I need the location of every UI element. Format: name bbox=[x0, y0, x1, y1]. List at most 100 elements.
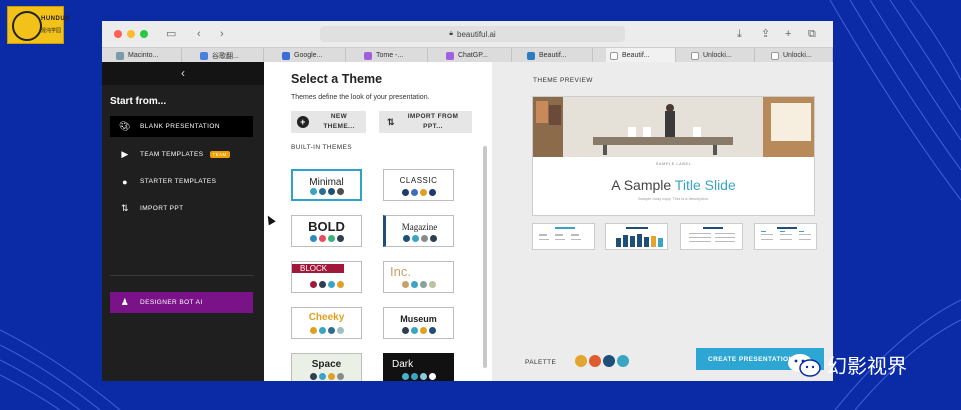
browser-tab[interactable]: Unlocki... bbox=[767, 48, 833, 63]
tab-bar: Macinto... 谷歌翻... Google... Tome -... Ch… bbox=[102, 47, 833, 63]
theme-card-museum[interactable]: Museum bbox=[383, 307, 454, 339]
theme-name: BOLD bbox=[308, 219, 345, 234]
sidebar-item-starter-templates[interactable]: ● STARTER TEMPLATES bbox=[110, 171, 253, 192]
theme-preview-panel: THEME PREVIEW SAMPLE LABEL A Sample Titl… bbox=[492, 62, 833, 381]
tab-favicon-icon bbox=[446, 51, 454, 60]
address-bar[interactable]: 🔒︎ beautiful.ai bbox=[320, 26, 625, 42]
theme-card-cheeky[interactable]: Cheeky bbox=[291, 307, 362, 339]
browser-tab[interactable]: Macinto... bbox=[112, 48, 182, 63]
browser-tab[interactable]: 谷歌翻... bbox=[196, 48, 264, 63]
import-from-ppt-label: IMPORT FROM PPT... bbox=[407, 113, 459, 130]
collapse-sidebar-button[interactable]: ‹ bbox=[102, 62, 264, 85]
import-icon: ⇅ bbox=[121, 203, 129, 213]
palette-swatch[interactable] bbox=[575, 355, 587, 367]
download-icon[interactable]: ⤓ bbox=[737, 26, 742, 42]
color-swatch bbox=[309, 235, 317, 242]
logo-text: HUNDUN bbox=[41, 16, 70, 22]
browser-tab[interactable]: ChatGP... bbox=[442, 48, 512, 63]
import-from-ppt-button[interactable]: ⇅ IMPORT FROM PPT... bbox=[379, 111, 472, 133]
theme-card-space[interactable]: Space bbox=[291, 353, 362, 381]
built-in-themes-heading: BUILT-IN THEMES bbox=[291, 144, 353, 151]
browser-tab[interactable]: Tome -... bbox=[360, 48, 428, 63]
url-text: beautiful.ai bbox=[457, 29, 496, 39]
new-tab-icon[interactable]: + bbox=[785, 26, 791, 42]
sidebar-item-label: TEAM TEMPLATES bbox=[140, 151, 204, 158]
theme-swatches bbox=[293, 188, 360, 195]
color-swatch bbox=[419, 281, 427, 288]
palette-label: PALETTE bbox=[525, 359, 557, 366]
color-swatch bbox=[410, 281, 418, 288]
theme-swatches bbox=[292, 327, 361, 334]
panel-title: Select a Theme bbox=[291, 72, 383, 86]
start-from-heading: Start from... bbox=[110, 96, 167, 107]
theme-card-block[interactable]: BLOCK bbox=[291, 261, 362, 293]
layout-thumbnail-text[interactable] bbox=[532, 223, 595, 250]
palette-swatch[interactable] bbox=[603, 355, 615, 367]
hundun-logo: HUNDUN 混沌学园 bbox=[7, 6, 70, 44]
thumbnail-graphic bbox=[616, 227, 663, 247]
browser-tab-active[interactable]: Beautif... bbox=[606, 48, 676, 63]
slide-sample-label: SAMPLE LABEL bbox=[655, 161, 692, 166]
color-swatch bbox=[336, 327, 344, 334]
theme-name: Dark bbox=[392, 359, 414, 370]
theme-name: Magazine bbox=[401, 222, 438, 232]
theme-swatches bbox=[384, 327, 453, 334]
theme-card-dark[interactable]: Dark bbox=[383, 353, 454, 381]
title-bar: ▭ ‹ › 🔒︎ beautiful.ai ⤓ ⇪ + ⧉ bbox=[102, 21, 833, 47]
tab-label: Tome -... bbox=[376, 52, 404, 59]
browser-tab[interactable]: Unlocki... bbox=[687, 48, 755, 63]
theme-swatches bbox=[386, 235, 453, 242]
tab-favicon-icon bbox=[364, 51, 372, 60]
browser-tab[interactable]: Google... bbox=[278, 48, 346, 63]
theme-name: Space bbox=[311, 359, 342, 370]
sidebar-item-team-templates[interactable]: ▶︎ TEAM TEMPLATES TEAM bbox=[110, 144, 253, 165]
tab-favicon-icon bbox=[282, 51, 290, 60]
theme-card-bold[interactable]: BOLD bbox=[291, 215, 362, 247]
color-swatch bbox=[428, 281, 436, 288]
zoom-window-button[interactable] bbox=[140, 30, 148, 38]
theme-name: Cheeky bbox=[308, 312, 345, 323]
back-icon[interactable]: ‹ bbox=[197, 26, 201, 42]
tab-favicon-icon bbox=[527, 51, 535, 60]
thumbnail-graphic bbox=[689, 227, 735, 242]
palette-swatch[interactable] bbox=[589, 355, 601, 367]
lock-icon: 🔒︎ bbox=[449, 30, 454, 37]
color-swatch bbox=[309, 281, 317, 288]
forward-icon[interactable]: › bbox=[220, 26, 224, 42]
tab-label: Unlocki... bbox=[783, 52, 812, 59]
tab-label: Unlocki... bbox=[703, 52, 732, 59]
layout-thumbnail-cards[interactable] bbox=[754, 223, 817, 250]
tab-label: ChatGP... bbox=[458, 52, 488, 59]
new-theme-button[interactable]: + NEW THEME... bbox=[291, 111, 366, 133]
theme-card-classic[interactable]: CLASSIC bbox=[383, 169, 454, 201]
minimize-window-button[interactable] bbox=[127, 30, 135, 38]
slide-header-photo bbox=[533, 97, 814, 157]
sidebar-item-blank-presentation[interactable]: 🎨︎ BLANK PRESENTATION bbox=[110, 116, 253, 137]
color-swatch bbox=[318, 327, 326, 334]
sidebar-toggle-icon[interactable]: ▭ bbox=[166, 26, 176, 42]
sidebar-item-label: DESIGNER BOT AI bbox=[140, 299, 203, 306]
theme-card-inc[interactable]: Inc. bbox=[383, 261, 454, 293]
theme-swatches bbox=[292, 373, 361, 380]
theme-swatches bbox=[384, 281, 453, 288]
theme-card-minimal[interactable]: Minimal bbox=[291, 169, 362, 201]
logo-ring-icon bbox=[12, 11, 42, 41]
color-swatch bbox=[428, 189, 436, 196]
tab-overview-icon[interactable]: ⧉ bbox=[808, 26, 816, 42]
title-slide-preview: SAMPLE LABEL A Sample Title Slide Sample… bbox=[532, 96, 815, 216]
palette-swatch[interactable] bbox=[617, 355, 629, 367]
color-swatch bbox=[327, 373, 335, 380]
layout-thumbnail-list[interactable] bbox=[680, 223, 743, 250]
tab-favicon-icon bbox=[771, 51, 779, 60]
share-icon[interactable]: ⇪ bbox=[761, 26, 770, 42]
theme-list-scrollbar[interactable] bbox=[483, 146, 487, 368]
palette-swatches[interactable] bbox=[575, 355, 629, 367]
sidebar-item-import-ppt[interactable]: ⇅ IMPORT PPT bbox=[110, 198, 253, 219]
tab-label: Google... bbox=[294, 52, 323, 59]
layout-thumbnail-bars[interactable] bbox=[605, 223, 668, 250]
tab-label: Beautif... bbox=[539, 52, 567, 59]
browser-tab[interactable]: Beautif... bbox=[523, 48, 593, 63]
close-window-button[interactable] bbox=[114, 30, 122, 38]
theme-card-magazine[interactable]: Magazine bbox=[383, 215, 454, 247]
sidebar-item-designer-bot[interactable]: ♟︎ DESIGNER BOT AI bbox=[110, 292, 253, 313]
